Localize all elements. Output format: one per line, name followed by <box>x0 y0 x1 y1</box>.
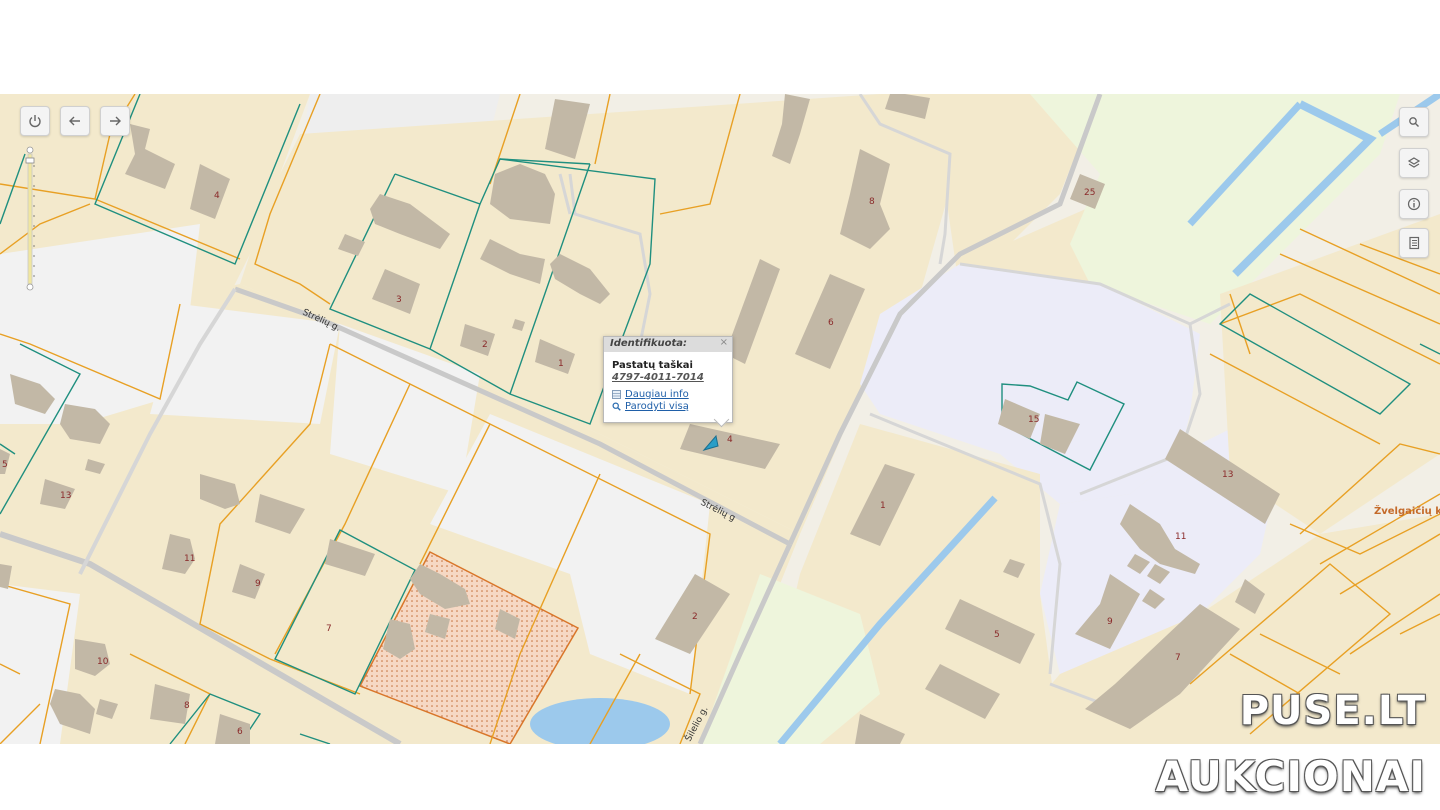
document-button[interactable] <box>1399 228 1429 258</box>
building-number-label: 13 <box>1222 470 1233 480</box>
building-number-label: 1 <box>880 501 886 511</box>
zoom-handle[interactable] <box>25 157 35 164</box>
building-number-label: 9 <box>255 579 261 589</box>
watermark-line2: AUKCIONAI <box>1155 752 1426 801</box>
building-number-label: 5 <box>2 460 8 470</box>
search-button[interactable] <box>1399 107 1429 137</box>
building-number-label: 5 <box>994 630 1000 640</box>
building-number-label: 6 <box>828 318 834 328</box>
building-number-label: 7 <box>326 624 332 634</box>
popup-close-button[interactable]: × <box>720 337 728 348</box>
building-number-label: 8 <box>184 701 190 711</box>
building-number-label: 3 <box>396 295 402 305</box>
power-button[interactable] <box>20 106 50 136</box>
building-number-label: 2 <box>692 612 698 622</box>
layers-button[interactable] <box>1399 148 1429 178</box>
building-number-label: 15 <box>1028 415 1039 425</box>
building-number-label: 2 <box>482 340 488 350</box>
info-button[interactable] <box>1399 189 1429 219</box>
zoom-slider[interactable] <box>25 146 35 291</box>
building-number-label: 4 <box>727 435 733 445</box>
show-all-label: Parodyti visą <box>625 401 689 412</box>
more-info-link[interactable]: Daugiau info <box>612 389 732 400</box>
identify-popup: Identifikuota: × Pastatų taškai 4797-401… <box>603 336 733 423</box>
document-icon <box>1409 236 1420 250</box>
back-button[interactable] <box>60 106 90 136</box>
forward-button[interactable] <box>100 106 130 136</box>
arrow-right-icon <box>110 116 121 126</box>
show-all-link[interactable]: Parodyti visą <box>612 401 732 412</box>
building-number-label: 1 <box>558 359 564 369</box>
building-number-label: 7 <box>1175 653 1181 663</box>
place-label: Žvelgaičių k <box>1374 504 1440 517</box>
magnifier-icon <box>612 402 621 411</box>
watermark-line1: PUSE.LT <box>1239 688 1426 734</box>
info-icon <box>1407 197 1421 211</box>
layers-icon <box>1407 157 1421 168</box>
building-number-label: 9 <box>1107 617 1113 627</box>
building-number-label: 8 <box>869 197 875 207</box>
search-icon <box>1409 117 1419 127</box>
building-number-label: 4 <box>214 191 220 201</box>
arrow-left-icon <box>69 116 80 126</box>
building-number-label: 10 <box>97 657 109 667</box>
popup-title: Identifikuota: <box>610 338 688 349</box>
popup-header: Identifikuota: × <box>604 337 732 352</box>
popup-feature-id[interactable]: 4797-4011-7014 <box>612 372 732 383</box>
popup-feature-type: Pastatų taškai <box>612 360 693 371</box>
power-icon <box>29 115 41 128</box>
more-info-label: Daugiau info <box>625 389 689 400</box>
building-number-label: 11 <box>184 554 195 564</box>
building-number-label: 6 <box>237 727 243 737</box>
building-number-label: 25 <box>1084 188 1095 198</box>
building-number-label: 11 <box>1175 532 1186 542</box>
table-icon <box>612 390 621 399</box>
building-number-label: 13 <box>60 491 71 501</box>
